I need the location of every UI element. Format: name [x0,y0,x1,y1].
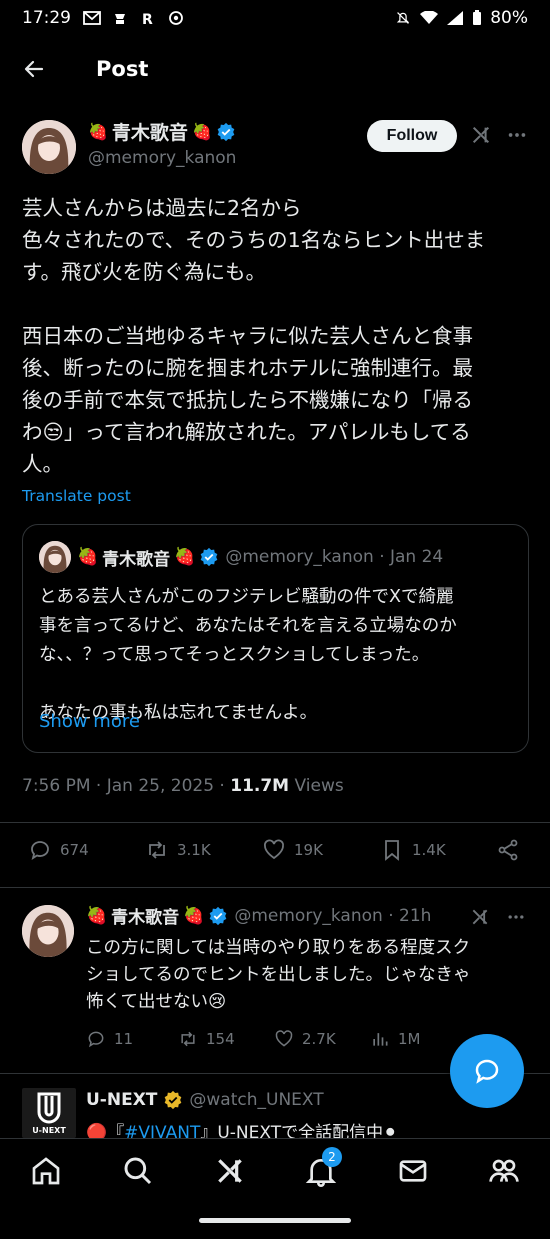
reply-post[interactable]: 🍓 青木歌音 🍓 @memory_kanon · 21h この方に関しては当時の… [22,903,532,1073]
reply-author-name[interactable]: 🍓 青木歌音 🍓 [86,903,228,928]
strawberry-emoji: 🍓 [183,905,205,926]
ad-text: 🔴『#VIVANT』U-NEXTで全話配信中⚫ [86,1118,397,1138]
reply-icon [88,1031,104,1048]
communities-icon[interactable] [488,1155,520,1187]
home-icon[interactable] [30,1155,62,1187]
app-notification-icon [115,14,125,24]
quoted-post[interactable]: 🍓 青木歌音 🍓 @memory_kanon · Jan 24 とある芸人さんが… [22,524,529,753]
back-arrow-icon[interactable] [22,57,46,81]
notifications-badge: 2 [322,1147,342,1167]
strawberry-emoji: 🍓 [174,547,196,567]
battery-level: 80% [490,8,528,28]
grok-icon[interactable] [470,124,492,146]
like-button[interactable]: 19K [262,838,323,862]
wifi-icon [420,11,439,24]
quoted-handle-date: @memory_kanon · Jan 24 [225,547,444,567]
repost-icon [149,841,165,859]
strawberry-emoji: 🍓 [88,122,108,141]
follow-button[interactable]: Follow [367,120,457,152]
divider [0,887,550,888]
search-icon[interactable] [122,1155,154,1187]
mute-icon [397,12,410,24]
reply-author-avatar[interactable] [22,905,74,957]
strawberry-emoji: 🍓 [86,905,108,926]
more-options-icon[interactable] [506,124,528,146]
verified-badge-icon [217,122,235,141]
bookmark-button[interactable]: 1.4K [380,838,446,862]
divider [0,822,550,823]
r-app-icon: R [142,12,153,25]
reply-like-button[interactable]: 2.7K [274,1029,336,1049]
repost-button[interactable]: 3.1K [145,838,211,862]
messages-icon[interactable] [397,1155,429,1187]
battery-icon [473,10,482,25]
reply-text: この方に関しては当時のやり取りをある程度スク ショしてるのでヒントを出しました。… [86,938,471,1012]
verified-badge-icon [210,906,227,925]
reply-handle-time: @memory_kanon · 21h [234,905,432,926]
unext-logo-text: U-NEXT [32,1126,66,1135]
author-handle[interactable]: @memory_kanon [88,148,236,168]
gold-verified-badge-icon [165,1090,182,1110]
page-title: Post [96,57,149,81]
repost-icon [181,1031,195,1047]
status-time: 17:29 [22,8,71,28]
gesture-home-bar[interactable] [199,1218,351,1223]
show-more-link[interactable]: Show more [39,711,140,732]
reply-views-button[interactable]: 1M [370,1029,421,1049]
strawberry-emoji: 🍓 [77,547,99,567]
grok-icon[interactable] [214,1155,246,1187]
heart-icon [264,839,284,860]
chrome-icon [169,11,183,25]
unext-logo[interactable]: U-NEXT [22,1088,76,1138]
strawberry-emoji: 🍓 [191,122,212,141]
views-count[interactable]: 11.7M [230,776,289,796]
svg-text:R: R [142,12,153,25]
post-text: 芸人さんからは過去に2名から 色々されたので、そのうちの1名ならヒント出せま す… [22,196,486,476]
author-display-name[interactable]: 🍓 青木歌音 🍓 [88,118,236,145]
hashtag-link[interactable]: #VIVANT [124,1123,200,1138]
author-avatar[interactable] [22,120,76,174]
bottom-navigation: 2 [0,1138,550,1204]
status-bar: 17:29 R 80% [0,0,550,36]
grok-icon[interactable] [470,907,490,927]
post-meta: 7:56 PM · Jan 25, 2025 · 11.7M Views [22,776,344,796]
post-timestamp: 7:56 PM · Jan 25, 2025 · [22,776,231,796]
share-icon [498,839,518,861]
share-button[interactable] [496,838,520,862]
promoted-post[interactable]: U-NEXT U-NEXT @watch_UNEXT 🔴『#VIVANT』U-N… [22,1088,532,1138]
bookmark-icon [385,840,399,861]
signal-icon [447,11,464,25]
ad-display-name[interactable]: U-NEXT [86,1090,157,1110]
views-chart-icon [373,1033,388,1046]
quoted-author-name: 🍓 青木歌音 🍓 [77,545,219,570]
reply-icon [31,841,49,860]
mail-icon [83,11,101,25]
views-label: Views [289,776,344,796]
post-actions: 674 3.1K 19K 1.4K [0,838,550,874]
quoted-text: とある芸人さんがこのフジテレビ騒動の件でXで綺麗 事を言ってるけど、あなたはそれ… [39,587,457,723]
quoted-author-avatar [39,541,71,573]
verified-badge-icon [201,547,218,567]
ad-handle: @watch_UNEXT [189,1090,324,1110]
more-options-icon[interactable] [506,907,526,927]
reply-repost-button[interactable]: 154 [178,1029,235,1049]
compose-reply-icon [475,1059,499,1084]
heart-icon [275,1030,293,1047]
reply-compose-fab[interactable] [450,1034,524,1108]
reply-button[interactable]: 674 [28,838,89,862]
post-header: 🍓 青木歌音 🍓 @memory_kanon Follow [22,118,532,178]
reply-reply-button[interactable]: 11 [86,1029,133,1049]
top-bar: Post [0,40,550,98]
translate-post-link[interactable]: Translate post [22,487,131,505]
